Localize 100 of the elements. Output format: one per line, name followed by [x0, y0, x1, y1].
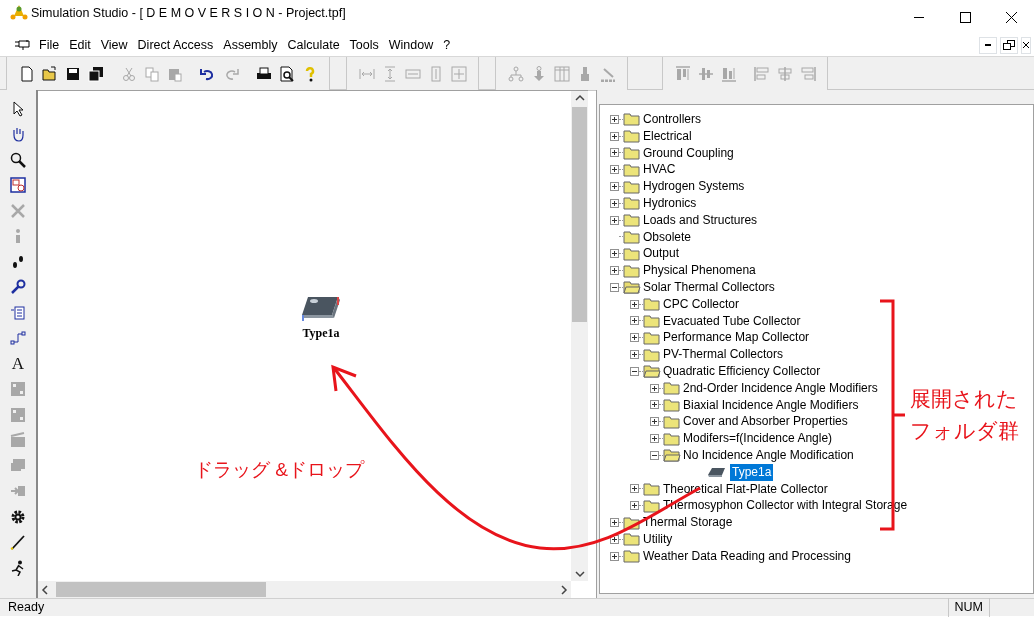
plus-icon: [651, 435, 658, 443]
expand-toggle[interactable]: [630, 350, 639, 360]
table-icon: [553, 65, 570, 82]
tree-item[interactable]: Weather Data Reading and Processing: [641, 547, 853, 565]
tree-item[interactable]: Obsolete: [641, 228, 694, 246]
menu-item[interactable]: Tools: [344, 35, 384, 55]
folder-icon: [643, 498, 661, 513]
tool-button[interactable]: A: [6, 351, 30, 377]
horizontal-scrollbar[interactable]: [38, 581, 571, 598]
plus-icon: [631, 317, 638, 325]
child-restore-button[interactable]: [1000, 36, 1018, 54]
pointer-icon: [10, 100, 26, 117]
plus-icon: [631, 300, 638, 308]
expand-toggle[interactable]: [610, 131, 619, 141]
tree-item[interactable]: Solar Thermal Collectors: [641, 278, 777, 296]
expand-toggle[interactable]: [610, 551, 619, 561]
expand-toggle[interactable]: [610, 182, 619, 192]
folder-icon: [623, 196, 641, 211]
align-center-icon: [776, 65, 793, 82]
menu-item[interactable]: ?: [438, 35, 456, 55]
tree-item[interactable]: No Incidence Angle Modification: [681, 446, 856, 464]
tree-item[interactable]: Utility: [641, 530, 675, 548]
child-close-button[interactable]: [1021, 36, 1031, 54]
runner-icon: [10, 559, 26, 576]
align-left-icon: [753, 65, 770, 82]
expand-toggle[interactable]: [610, 198, 619, 208]
expand-toggle[interactable]: [650, 400, 659, 410]
annotation-text: 展開された フォルダ群: [910, 386, 1019, 444]
tree-item[interactable]: Thermal Storage: [641, 514, 735, 531]
plus-icon: [611, 552, 618, 560]
tree-item[interactable]: Evacuated Tube Collector: [661, 312, 803, 330]
tree-item[interactable]: Hydrogen Systems: [641, 178, 747, 195]
expand-toggle[interactable]: [610, 518, 619, 527]
expand-toggle[interactable]: [610, 249, 619, 259]
expand-toggle[interactable]: [610, 266, 619, 276]
expand-toggle[interactable]: [630, 501, 639, 511]
plus-icon: [611, 250, 618, 258]
expand-toggle[interactable]: [650, 434, 659, 444]
tree-item[interactable]: HVAC: [641, 161, 678, 179]
tree-item[interactable]: Biaxial Incidence Angle Modifiers: [681, 396, 861, 414]
tree-item[interactable]: Physical Phenomena: [641, 262, 758, 279]
menu-item[interactable]: Edit: [64, 35, 96, 55]
collapse-toggle[interactable]: [610, 282, 619, 292]
collapse-toggle[interactable]: [630, 366, 639, 376]
child-restore-icon: [1003, 40, 1015, 50]
tree-item[interactable]: 2nd-Order Incidence Angle Modifiers: [681, 379, 880, 397]
list-icon: [10, 304, 26, 321]
plus-icon: [611, 132, 618, 140]
expand-toggle[interactable]: [630, 299, 639, 309]
plus-icon: [651, 418, 658, 426]
menu-item[interactable]: Calculate: [282, 35, 345, 55]
tree-item[interactable]: Cover and Absorber Properties: [681, 413, 850, 431]
tree-item[interactable]: Performance Map Collector: [661, 329, 812, 347]
expand-toggle[interactable]: [630, 333, 639, 343]
menu-item[interactable]: File: [34, 35, 65, 55]
plus-icon: [611, 183, 618, 191]
menu-item[interactable]: Window: [383, 35, 439, 55]
menu-item[interactable]: Assembly: [218, 35, 283, 55]
menu-item[interactable]: Direct Access: [132, 35, 219, 55]
clapper-icon: [10, 432, 26, 449]
tree-item[interactable]: Quadratic Efficiency Collector: [661, 362, 823, 380]
open-folder-icon: [663, 448, 681, 463]
tree-item[interactable]: PV-Thermal Collectors: [661, 346, 786, 363]
vertical-scrollbar[interactable]: [571, 91, 588, 581]
child-minimize-button[interactable]: [979, 36, 997, 54]
tree-item[interactable]: CPC Collector: [661, 295, 742, 313]
tree-item[interactable]: Theoretical Flat-Plate Collector: [661, 480, 830, 498]
expand-toggle[interactable]: [610, 534, 619, 544]
expand-toggle[interactable]: [610, 215, 619, 225]
tree-item[interactable]: Modifers=f(Incidence Angle): [681, 430, 835, 447]
menu-item[interactable]: View: [95, 35, 133, 55]
expand-toggle[interactable]: [630, 484, 639, 494]
folder-icon: [623, 229, 641, 244]
tree-item[interactable]: Output: [641, 245, 682, 263]
expand-toggle[interactable]: [610, 165, 619, 175]
open-folder-icon: [643, 364, 661, 379]
expand-toggle[interactable]: [650, 417, 659, 427]
pen-icon: [10, 534, 26, 551]
folder-icon: [623, 532, 641, 547]
plus-icon: [631, 502, 638, 510]
plus-icon: [611, 149, 618, 157]
expand-toggle[interactable]: [650, 383, 659, 393]
folder-icon: [643, 481, 661, 496]
expand-toggle[interactable]: [630, 316, 639, 326]
plus-icon: [651, 384, 658, 392]
tree-item[interactable]: Ground Coupling: [641, 144, 736, 162]
folder-icon: [623, 112, 641, 127]
tree-item[interactable]: Type1a: [730, 463, 774, 481]
expand-toggle[interactable]: [610, 148, 619, 158]
tree-item[interactable]: Hydronics: [641, 195, 699, 212]
child-minimize-icon: [985, 44, 991, 46]
tree-item[interactable]: Loads and Structures: [641, 211, 760, 229]
tree-item[interactable]: Electrical: [641, 127, 694, 145]
folder-icon: [623, 129, 641, 144]
expand-toggle[interactable]: [610, 114, 619, 124]
align-right-icon: [799, 65, 816, 82]
hand-icon: [10, 126, 26, 143]
tree-item[interactable]: Controllers: [641, 111, 704, 128]
component-label: Type1a: [302, 325, 340, 342]
collapse-toggle[interactable]: [650, 450, 659, 460]
